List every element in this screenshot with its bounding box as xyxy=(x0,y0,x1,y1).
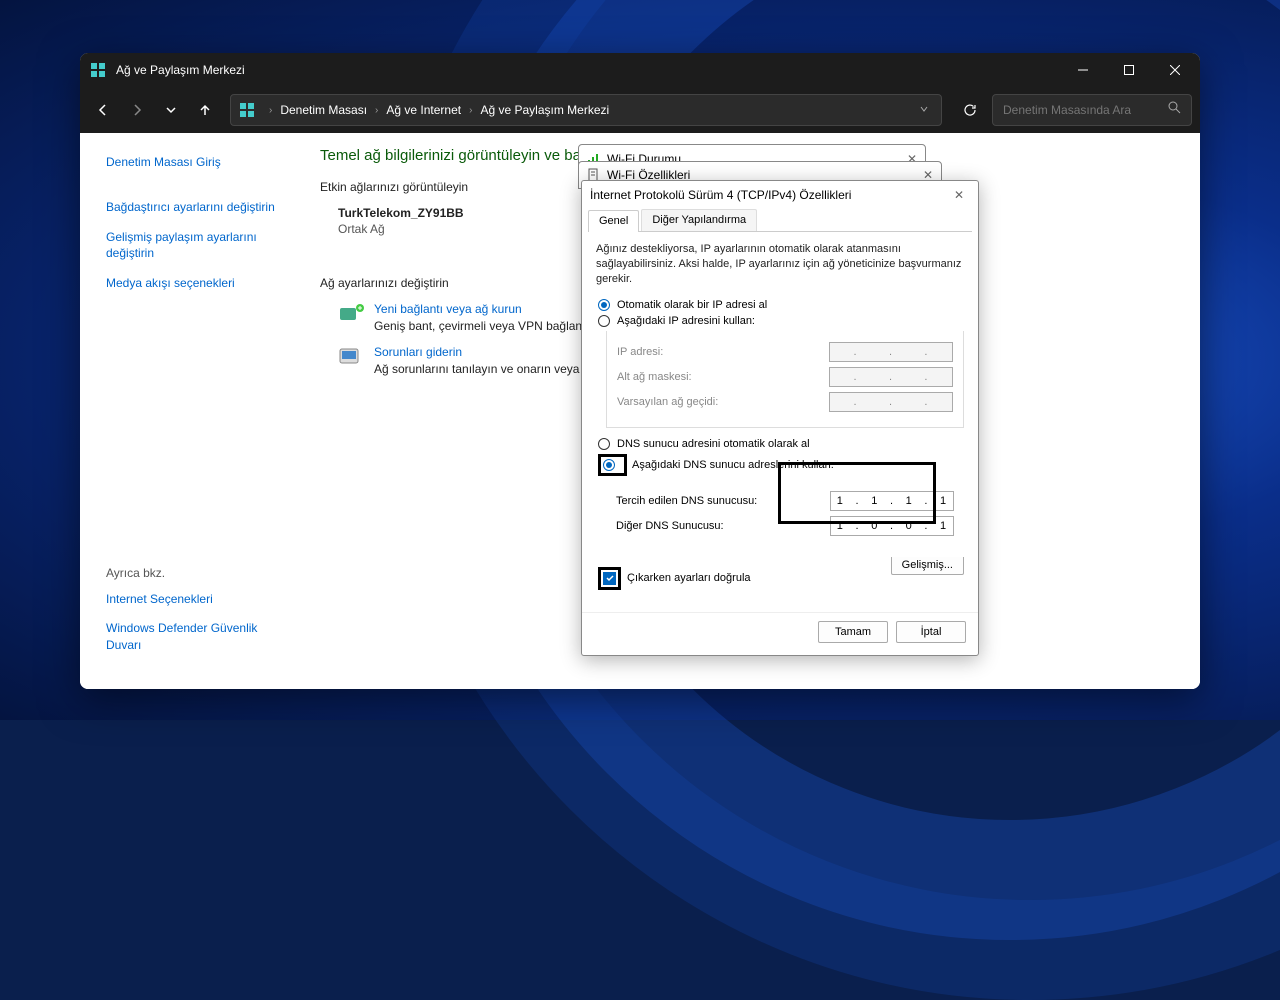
radio-dns-manual[interactable]: Aşağıdaki DNS sunucu adreslerini kullan: xyxy=(598,454,964,476)
highlight-box xyxy=(598,454,627,476)
advanced-button[interactable]: Gelişmiş... xyxy=(891,557,964,575)
sidebar: Denetim Masası Giriş Bağdaştırıcı ayarla… xyxy=(80,133,300,689)
forward-button[interactable] xyxy=(122,95,152,125)
tab-alt-config[interactable]: Diğer Yapılandırma xyxy=(641,209,757,231)
dns-alt-field[interactable]: 1.0.0.1 xyxy=(830,516,954,536)
radio-icon xyxy=(598,299,610,311)
close-icon[interactable]: ✕ xyxy=(948,188,970,202)
subnet-field: ... xyxy=(829,367,953,387)
radio-ip-auto[interactable]: Otomatik olarak bir IP adresi al xyxy=(598,299,964,311)
checkbox-icon xyxy=(603,572,616,585)
ip-address-field: ... xyxy=(829,342,953,362)
highlight-box xyxy=(598,567,621,590)
address-bar[interactable]: › Denetim Masası › Ağ ve Internet › Ağ v… xyxy=(230,94,942,126)
help-text: Ağınız destekliyorsa, IP ayarlarının oto… xyxy=(596,242,964,287)
tabs: Genel Diğer Yapılandırma xyxy=(588,209,972,232)
up-button[interactable] xyxy=(190,95,220,125)
troubleshoot-desc: Ağ sorunlarını tanılayın ve onarın veya … xyxy=(374,362,595,376)
gateway-field: ... xyxy=(829,392,953,412)
sidebar-see-also-label: Ayrıca bkz. xyxy=(106,566,286,580)
breadcrumb-item[interactable]: Denetim Masası xyxy=(278,103,369,117)
refresh-button[interactable] xyxy=(952,94,988,126)
ip-address-label: IP adresi: xyxy=(617,346,829,358)
chevron-right-icon: › xyxy=(463,105,478,116)
cancel-button[interactable]: İptal xyxy=(896,621,966,643)
minimize-button[interactable] xyxy=(1060,53,1106,87)
breadcrumb-item[interactable]: Ağ ve Paylaşım Merkezi xyxy=(478,103,611,117)
breadcrumb-item[interactable]: Ağ ve Internet xyxy=(384,103,463,117)
sidebar-home-link[interactable]: Denetim Masası Giriş xyxy=(106,151,286,174)
sidebar-sharing-link[interactable]: Gelişmiş paylaşım ayarlarını değiştirin xyxy=(106,226,286,266)
search-input[interactable] xyxy=(1003,103,1168,117)
troubleshoot-link[interactable]: Sorunları giderin xyxy=(374,345,595,359)
validate-checkbox-row[interactable]: Çıkarken ayarları doğrula xyxy=(598,567,751,590)
dns-pref-label: Tercih edilen DNS sunucusu: xyxy=(616,495,830,507)
toolbar: › Denetim Masası › Ağ ve Internet › Ağ v… xyxy=(80,87,1200,133)
sidebar-media-link[interactable]: Medya akışı seçenekleri xyxy=(106,272,286,295)
titlebar[interactable]: Ağ ve Paylaşım Merkezi xyxy=(80,53,1200,87)
search-icon xyxy=(1168,101,1181,119)
app-icon xyxy=(90,62,106,78)
dialog-title: İnternet Protokolü Sürüm 4 (TCP/IPv4) Öz… xyxy=(590,188,851,202)
chevron-right-icon: › xyxy=(263,105,278,116)
chevron-right-icon: › xyxy=(369,105,384,116)
radio-ip-manual[interactable]: Aşağıdaki IP adresini kullan: xyxy=(598,315,964,327)
dns-pref-field[interactable]: 1.1.1.1 xyxy=(830,491,954,511)
sidebar-adapter-link[interactable]: Bağdaştırıcı ayarlarını değiştirin xyxy=(106,196,286,219)
window-title: Ağ ve Paylaşım Merkezi xyxy=(116,63,1060,77)
dialog-titlebar[interactable]: İnternet Protokolü Sürüm 4 (TCP/IPv4) Öz… xyxy=(582,181,978,209)
ipv4-properties-dialog: İnternet Protokolü Sürüm 4 (TCP/IPv4) Öz… xyxy=(581,180,979,656)
sidebar-defender-link[interactable]: Windows Defender Güvenlik Duvarı xyxy=(106,617,286,657)
sidebar-internet-opts-link[interactable]: Internet Seçenekleri xyxy=(106,588,286,611)
history-dropdown[interactable] xyxy=(156,95,186,125)
radio-icon xyxy=(598,438,610,450)
address-icon xyxy=(239,102,255,118)
radio-icon xyxy=(598,315,610,327)
maximize-button[interactable] xyxy=(1106,53,1152,87)
tab-general[interactable]: Genel xyxy=(588,210,639,232)
gateway-label: Varsayılan ağ geçidi: xyxy=(617,396,829,408)
back-button[interactable] xyxy=(88,95,118,125)
troubleshoot-icon xyxy=(338,345,366,369)
radio-dns-auto[interactable]: DNS sunucu adresini otomatik olarak al xyxy=(598,438,964,450)
new-connection-link[interactable]: Yeni bağlantı veya ağ kurun xyxy=(374,302,595,316)
dns-alt-label: Diğer DNS Sunucusu: xyxy=(616,520,830,532)
new-connection-icon xyxy=(338,302,366,326)
chevron-down-icon[interactable] xyxy=(915,101,933,119)
new-connection-desc: Geniş bant, çevirmeli veya VPN bağlantıs xyxy=(374,319,595,333)
subnet-label: Alt ağ maskesi: xyxy=(617,371,829,383)
radio-icon xyxy=(603,459,615,471)
search-box[interactable] xyxy=(992,94,1192,126)
ok-button[interactable]: Tamam xyxy=(818,621,888,643)
close-button[interactable] xyxy=(1152,53,1198,87)
